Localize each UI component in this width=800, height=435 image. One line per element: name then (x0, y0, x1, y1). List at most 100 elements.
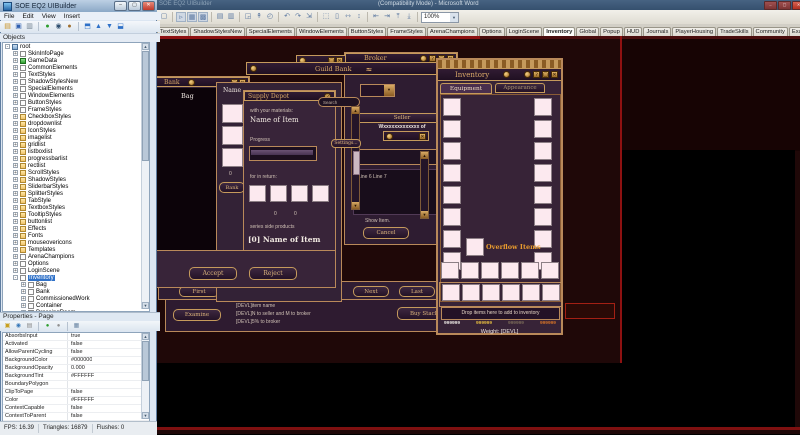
remove-property-icon[interactable]: ● (54, 322, 63, 331)
item-slot[interactable] (522, 284, 540, 301)
property-value[interactable]: #000000 (68, 357, 92, 364)
expand-icon[interactable]: + (13, 191, 18, 196)
add-icon[interactable]: ● (43, 22, 52, 31)
tree-item-commonelements[interactable]: +CommonElements (3, 64, 149, 71)
property-value[interactable]: false (68, 405, 83, 412)
property-row-contextcapable[interactable]: ContextCapablefalse (3, 405, 149, 413)
tab-hud[interactable]: HUD (624, 27, 643, 36)
tab-textstyles[interactable]: TextStyles (157, 27, 189, 36)
tree-item-options[interactable]: +Options (3, 260, 149, 267)
item-slot[interactable] (481, 262, 499, 279)
item-slot[interactable] (443, 186, 461, 204)
expand-icon[interactable]: + (13, 121, 18, 126)
snap-grid-icon[interactable]: ▩ (198, 12, 208, 22)
tree-scroll-thumb[interactable] (142, 51, 149, 161)
item-slot[interactable] (443, 230, 461, 248)
tree-item-arenachampions[interactable]: +ArenaChampions (3, 253, 149, 260)
expand-icon[interactable]: + (13, 261, 18, 266)
tree-item-bank[interactable]: +Bank (3, 288, 149, 295)
properties-scrollbar[interactable]: ▲ ▼ (141, 333, 149, 419)
height-icon[interactable]: ↕ (354, 12, 364, 22)
item-slot[interactable] (249, 185, 266, 202)
expand-icon[interactable]: + (13, 163, 18, 168)
property-row-activated[interactable]: Activatedfalse (3, 341, 149, 349)
property-value[interactable]: true (68, 333, 80, 340)
settings-button[interactable]: Settings... (331, 139, 361, 148)
expand-icon[interactable]: + (13, 142, 18, 147)
tab-arenachampions[interactable]: ArenaChampions (427, 27, 478, 36)
purchase-scrollbar[interactable]: ▲ ▼ (420, 151, 429, 219)
item-slot[interactable] (270, 185, 287, 202)
redo-icon[interactable]: ↷ (293, 12, 303, 22)
item-slot[interactable] (222, 104, 243, 123)
property-row-allowparentcycling[interactable]: AllowParentCyclingfalse (3, 349, 149, 357)
paint-icon[interactable]: ◲ (243, 12, 253, 22)
scroll-down-icon[interactable]: ▼ (352, 202, 359, 209)
tree-item-splitterstyles[interactable]: +SplitterStyles (3, 190, 149, 197)
drop-items-bar[interactable]: Drop items here to add to inventory (441, 307, 560, 320)
inventory-lock-icon[interactable] (524, 71, 531, 78)
expand-icon[interactable]: + (13, 135, 18, 140)
tree-item-iconstyles[interactable]: +IconStyles (3, 127, 149, 134)
tab-specialelements[interactable]: SpecialElements (246, 27, 295, 36)
tree-item-templates[interactable]: +Templates (3, 246, 149, 253)
tree-item-tabstyle[interactable]: +TabStyle (3, 197, 149, 204)
expand-icon[interactable]: + (13, 86, 18, 91)
tree-item-effects[interactable]: +Effects (3, 225, 149, 232)
property-value[interactable]: false (68, 341, 83, 348)
move-up-icon[interactable]: ▲ (94, 22, 103, 31)
tab-loginscene[interactable]: LoginScene (506, 27, 543, 36)
inventory-pin-icon[interactable] (503, 71, 510, 78)
build-icon[interactable]: ● (65, 22, 74, 31)
properties-grid[interactable]: AbsorbsInputtrueActivatedfalseAllowParen… (2, 332, 150, 422)
rect-select-icon[interactable]: ⬚ (321, 12, 331, 22)
menu-edit[interactable]: Edit (22, 13, 33, 20)
item-slot[interactable] (462, 284, 480, 301)
tree-item-imagelist[interactable]: +imagelist (3, 134, 149, 141)
overflow-slot[interactable] (466, 238, 484, 256)
tree-item-buttonstyles[interactable]: +ButtonStyles (3, 99, 149, 106)
expand-icon[interactable]: + (21, 303, 26, 308)
scroll-thumb[interactable] (353, 151, 360, 175)
tab-popup[interactable]: Popup (600, 27, 623, 36)
property-value[interactable]: #FFFFFF (68, 397, 94, 404)
expand-icon[interactable]: + (13, 219, 18, 224)
tree-item-rectlist[interactable]: +rectlist (3, 162, 149, 169)
accept-button[interactable]: Accept (189, 267, 237, 280)
expand-icon[interactable]: + (13, 100, 18, 105)
item-slot[interactable] (541, 262, 559, 279)
item-slot[interactable] (534, 186, 552, 204)
item-slot[interactable] (542, 284, 560, 301)
property-value[interactable]: false (68, 413, 83, 420)
purchase-close-icon[interactable]: ✕ (419, 133, 426, 140)
expand-icon[interactable]: + (13, 170, 18, 175)
close-icon[interactable]: ✕ (792, 1, 800, 10)
expand-icon[interactable]: + (13, 212, 18, 217)
property-row-absorbsinput[interactable]: AbsorbsInputtrue (3, 333, 149, 341)
tree-item-inventory[interactable]: -Inventory (3, 274, 149, 281)
tab-equipment[interactable]: Equipment (440, 83, 492, 94)
item-slot[interactable] (534, 208, 552, 226)
tree-item-progressbarlist[interactable]: +progressbarlist (3, 155, 149, 162)
align-left-icon[interactable]: ⇤ (371, 12, 381, 22)
next-button[interactable]: Next (353, 286, 389, 297)
item-slot[interactable] (461, 262, 479, 279)
property-value[interactable] (68, 381, 71, 388)
expand-icon[interactable]: + (13, 51, 18, 56)
tree-item-checkboxstyles[interactable]: +CheckboxStyles (3, 113, 149, 120)
bounds-icon[interactable]: ▯ (332, 12, 342, 22)
tree-item-gridlist[interactable]: +gridlist (3, 141, 149, 148)
item-slot[interactable] (443, 142, 461, 160)
tab-buttonstyles[interactable]: ButtonStyles (348, 27, 387, 36)
builder-maximize-icon[interactable]: ▢ (128, 1, 141, 11)
prop-scroll-thumb[interactable] (142, 341, 149, 381)
align-bottom-icon[interactable]: ⤓ (404, 12, 414, 22)
tab-appearance[interactable]: Appearance (495, 83, 545, 93)
item-slot[interactable] (521, 262, 539, 279)
expand-icon[interactable]: + (13, 177, 18, 182)
expand-icon[interactable]: + (13, 149, 18, 154)
scroll-up-icon[interactable]: ▲ (352, 107, 359, 114)
expand-icon[interactable]: + (13, 72, 18, 77)
tree-item-tooltipstyles[interactable]: +TooltipStyles (3, 211, 149, 218)
item-slot[interactable] (501, 262, 519, 279)
